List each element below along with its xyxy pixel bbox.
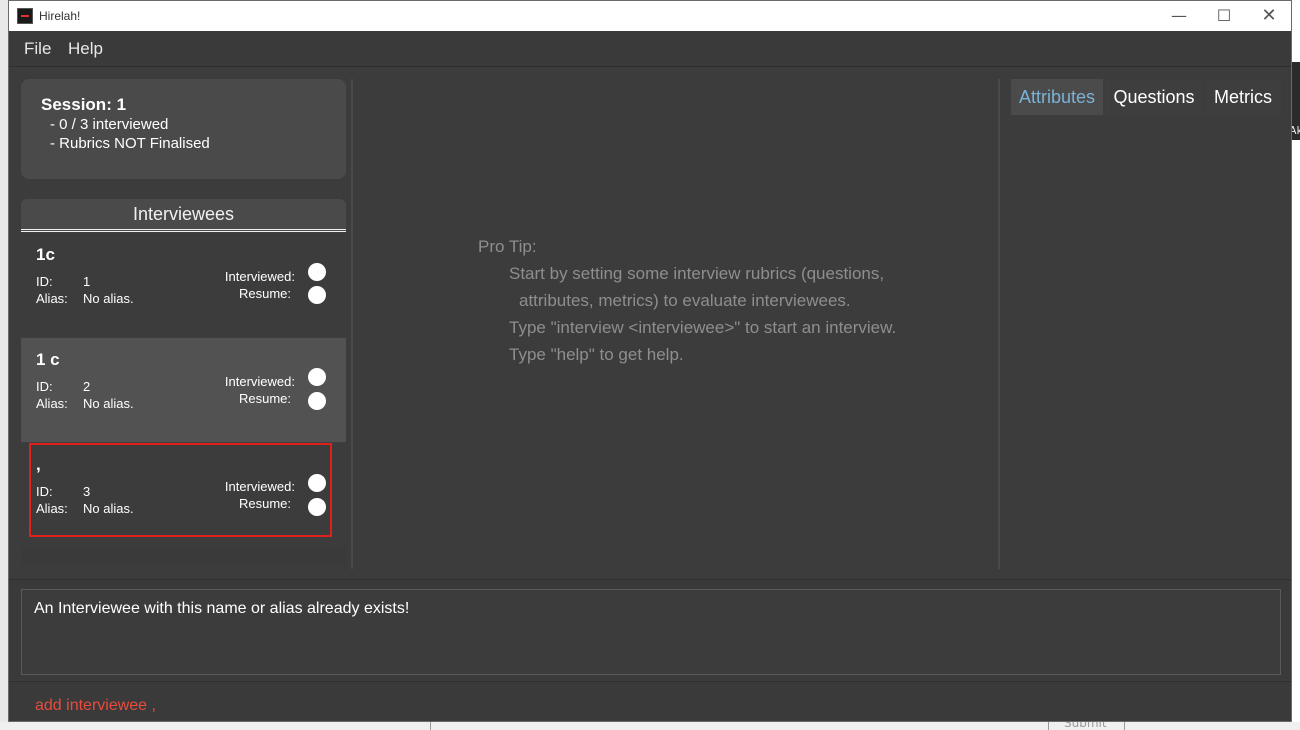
command-area (9, 681, 1291, 721)
maximize-button[interactable]: ☐ (1204, 3, 1244, 29)
tip-line: attributes, metrics) to evaluate intervi… (519, 291, 851, 310)
minimize-button[interactable]: — (1159, 3, 1199, 29)
interviewee-card-3[interactable]: , ID: 3 Alias: No alias. Interviewed: Re… (21, 443, 346, 547)
desktop-divider (430, 722, 431, 730)
result-display: An Interviewee with this name or alias a… (21, 589, 1281, 675)
interviewee-panel: Interviewees 1c ID: 1 Alias: No alias. I… (21, 199, 346, 565)
interviewee-alias: No alias. (83, 501, 134, 516)
interviewee-panel-header: Interviewees (21, 199, 346, 232)
interviewee-alias: No alias. (83, 396, 134, 411)
tab-questions[interactable]: Questions (1105, 79, 1203, 115)
interviewed-indicator (308, 474, 326, 492)
tip-line: Type "help" to get help. (509, 345, 684, 364)
tab-attributes[interactable]: Attributes (1011, 79, 1103, 115)
interviewee-id: 1 (83, 274, 91, 289)
window-title: Hirelah! (39, 9, 81, 23)
interviewed-indicator (308, 368, 326, 386)
interviewee-name: 1c (36, 245, 55, 264)
desktop-divider (1124, 722, 1125, 730)
interviewed-label: Interviewed: (224, 374, 295, 389)
alias-label: Alias: (36, 501, 68, 516)
session-rubrics-status: - Rubrics NOT Finalised (50, 135, 210, 152)
menu-file[interactable]: File (24, 39, 51, 59)
interviewed-label: Interviewed: (224, 269, 295, 284)
interviewee-alias: No alias. (83, 291, 134, 306)
interviewee-name: 1 c (36, 350, 60, 369)
interviewee-id: 3 (83, 484, 91, 499)
resume-indicator (308, 286, 326, 304)
panel-divider[interactable] (998, 79, 1000, 569)
result-message: An Interviewee with this name or alias a… (34, 600, 410, 617)
resume-indicator (308, 392, 326, 410)
session-interviewed-count: - 0 / 3 interviewed (50, 116, 169, 133)
resume-label: Resume: (238, 391, 291, 406)
interviewee-id: 2 (83, 379, 91, 394)
id-label: ID: (36, 484, 53, 499)
app-icon (17, 8, 33, 24)
resume-label: Resume: (238, 286, 291, 301)
id-label: ID: (36, 379, 53, 394)
session-title: Session: 1 (41, 95, 127, 114)
interviewee-panel-footer (21, 547, 346, 565)
alias-label: Alias: (36, 291, 68, 306)
menu-bar: File Help (9, 31, 1291, 67)
interviewee-card-1[interactable]: 1c ID: 1 Alias: No alias. Interviewed: R… (21, 233, 346, 337)
session-card: Session: 1 - 0 / 3 interviewed - Rubrics… (21, 79, 346, 179)
interviewee-name: , (36, 455, 41, 474)
tip-heading: Pro Tip: (478, 237, 537, 256)
menu-help[interactable]: Help (68, 39, 103, 59)
app-window: Hirelah! — ☐ ✕ File Help Session: 1 - 0 … (8, 0, 1292, 722)
desktop-divider (1048, 722, 1049, 730)
rubric-tabs: Attributes Questions Metrics (1011, 79, 1281, 115)
panel-divider[interactable] (351, 79, 353, 569)
id-label: ID: (36, 274, 53, 289)
resume-label: Resume: (238, 496, 291, 511)
result-area: An Interviewee with this name or alias a… (9, 579, 1291, 679)
interviewed-indicator (308, 263, 326, 281)
tab-metrics[interactable]: Metrics (1205, 79, 1281, 115)
resume-indicator (308, 498, 326, 516)
tip-line: Type "interview <interviewee>" to start … (509, 318, 897, 337)
interviewee-card-2[interactable]: 1 c ID: 2 Alias: No alias. Interviewed: … (21, 338, 346, 442)
alias-label: Alias: (36, 396, 68, 411)
interviewed-label: Interviewed: (224, 479, 295, 494)
title-bar: Hirelah! — ☐ ✕ (9, 1, 1291, 31)
tip-line: Start by setting some interview rubrics … (509, 264, 885, 283)
close-button[interactable]: ✕ (1249, 3, 1289, 29)
command-input[interactable] (33, 696, 1237, 716)
